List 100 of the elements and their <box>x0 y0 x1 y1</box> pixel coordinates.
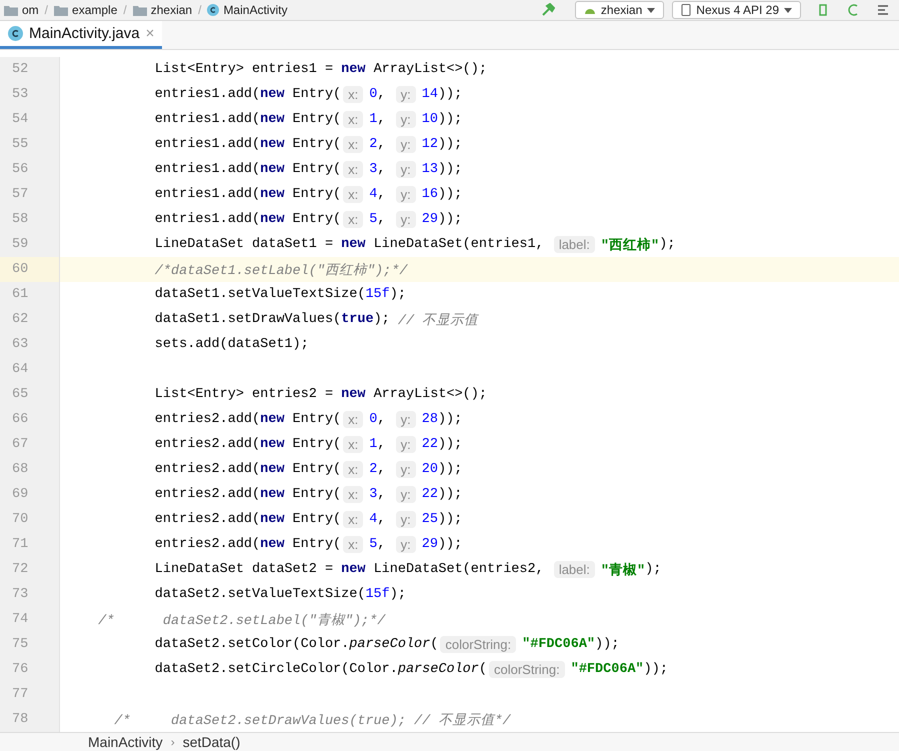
code-text: , <box>377 162 387 177</box>
parameter-hint: y: <box>396 186 416 203</box>
string-literal: "西红柿" <box>600 236 660 254</box>
parameter-hint: label: <box>554 561 595 578</box>
line-number: 67 <box>12 437 28 452</box>
line-number: 61 <box>12 287 28 302</box>
list-icon[interactable] <box>877 3 891 17</box>
number-literal: 14 <box>422 87 438 102</box>
line-number: 68 <box>12 462 28 477</box>
parameter-hint: x: <box>343 511 364 528</box>
code-text: LineDataSet dataSet1 = <box>154 237 334 252</box>
code-text: )); <box>438 462 462 477</box>
number-literal: 13 <box>422 162 438 177</box>
caret-icon <box>784 8 792 12</box>
run-configuration-dropdown[interactable]: zhexian <box>574 1 664 19</box>
keyword: new <box>260 487 284 502</box>
code-text: ArrayList<>(); <box>372 387 487 402</box>
keyword: new <box>341 62 366 77</box>
keyword: new <box>260 537 284 552</box>
keyword: new <box>260 112 284 127</box>
code-text: entries2.add( <box>154 537 260 552</box>
code-text: entries1.add( <box>154 187 260 202</box>
code-text: , <box>377 87 387 102</box>
parameter-hint: x: <box>343 111 364 128</box>
code-text: )); <box>438 162 462 177</box>
number-literal: 2 <box>369 462 378 477</box>
code-text: dataSet2.setColor(Color. <box>154 637 350 652</box>
number-literal: 5 <box>369 537 378 552</box>
hammer-icon[interactable] <box>540 3 555 17</box>
number-literal: 12 <box>422 137 438 152</box>
keyword: new <box>260 212 284 227</box>
keyword: new <box>260 412 284 427</box>
code-text: )); <box>438 137 462 152</box>
number-literal: 29 <box>422 537 438 552</box>
number-literal: 0 <box>369 412 378 427</box>
keyword: new <box>260 187 284 202</box>
line-number: 74 <box>12 612 28 627</box>
breadcrumb-item[interactable]: setData() <box>182 734 240 750</box>
code-text: entries1.add( <box>154 87 260 102</box>
code-text: Entry( <box>292 487 342 502</box>
code-text: Entry( <box>292 187 342 202</box>
parameter-hint: x: <box>343 136 364 153</box>
string-literal: "青椒" <box>600 562 646 578</box>
breadcrumb-item[interactable]: MainActivity <box>88 734 163 750</box>
code-text: dataSet1.setDrawValues( <box>154 312 342 327</box>
code-text: )); <box>644 662 668 677</box>
code-text: , <box>377 412 387 427</box>
number-literal: 3 <box>369 487 378 502</box>
parameter-hint: y: <box>396 411 416 428</box>
phone-icon <box>681 4 692 16</box>
breadcrumb-item[interactable]: zhexian <box>150 3 192 17</box>
parameter-hint: y: <box>396 536 416 553</box>
line-number: 65 <box>12 387 28 402</box>
code-text: , <box>377 537 387 552</box>
code-comment: /*dataSet1.setLabel("西红柿");*/ <box>154 262 408 278</box>
code-comment: // 不显示值 <box>398 312 478 328</box>
parameter-hint: colorString: <box>440 636 516 653</box>
code-text: Entry( <box>292 212 342 227</box>
line-number: 78 <box>12 712 28 727</box>
code-text: Entry( <box>292 437 342 452</box>
code-text: Entry( <box>292 537 342 552</box>
code-text: entries2.add( <box>154 462 260 477</box>
code-comment: /* dataSet2.setDrawValues(true); // 不显示值*/ <box>113 712 511 728</box>
breadcrumb-item[interactable]: example <box>72 3 118 17</box>
line-number: 71 <box>12 537 28 552</box>
breadcrumb-separator: / <box>123 3 127 17</box>
code-text: , <box>377 187 387 202</box>
line-number: 53 <box>12 87 28 102</box>
code-comment: /* dataSet2.setLabel("青椒");*/ <box>97 612 386 628</box>
code-text: entries2.add( <box>154 487 260 502</box>
code-text: Entry( <box>292 162 342 177</box>
code-text: , <box>377 512 387 527</box>
code-text: )); <box>438 112 462 127</box>
folder-icon <box>54 4 68 16</box>
number-literal: 2 <box>369 137 378 152</box>
number-literal: 4 <box>369 187 378 202</box>
folder-icon <box>4 4 18 16</box>
line-number: 70 <box>12 512 28 527</box>
line-number: 58 <box>12 212 28 227</box>
code-text: entries2.add( <box>154 437 260 452</box>
code-text: )); <box>438 487 462 502</box>
breadcrumb-item[interactable]: MainActivity <box>223 3 288 17</box>
device-dropdown[interactable]: Nexus 4 API 29 <box>672 1 801 19</box>
parameter-hint: x: <box>343 461 364 478</box>
code-text: , <box>377 112 387 127</box>
breadcrumb-item[interactable]: om <box>22 3 39 17</box>
code-text: ( <box>478 662 487 677</box>
parameter-hint: y: <box>396 86 416 103</box>
string-literal: "#FDC06A" <box>522 637 596 652</box>
code-text: sets.add(dataSet1); <box>154 337 309 352</box>
line-number: 75 <box>12 637 28 652</box>
parameter-hint: y: <box>396 111 416 128</box>
keyword: new <box>341 562 366 577</box>
code-text: ); <box>374 312 391 327</box>
line-number: 77 <box>12 687 28 702</box>
editor-tab[interactable]: MainActivity.java × <box>0 21 162 49</box>
parameter-hint: x: <box>343 86 364 103</box>
code-text: entries1.add( <box>154 162 260 177</box>
number-literal: 4 <box>369 512 378 527</box>
code-text: LineDataSet(entries1, <box>372 237 545 252</box>
